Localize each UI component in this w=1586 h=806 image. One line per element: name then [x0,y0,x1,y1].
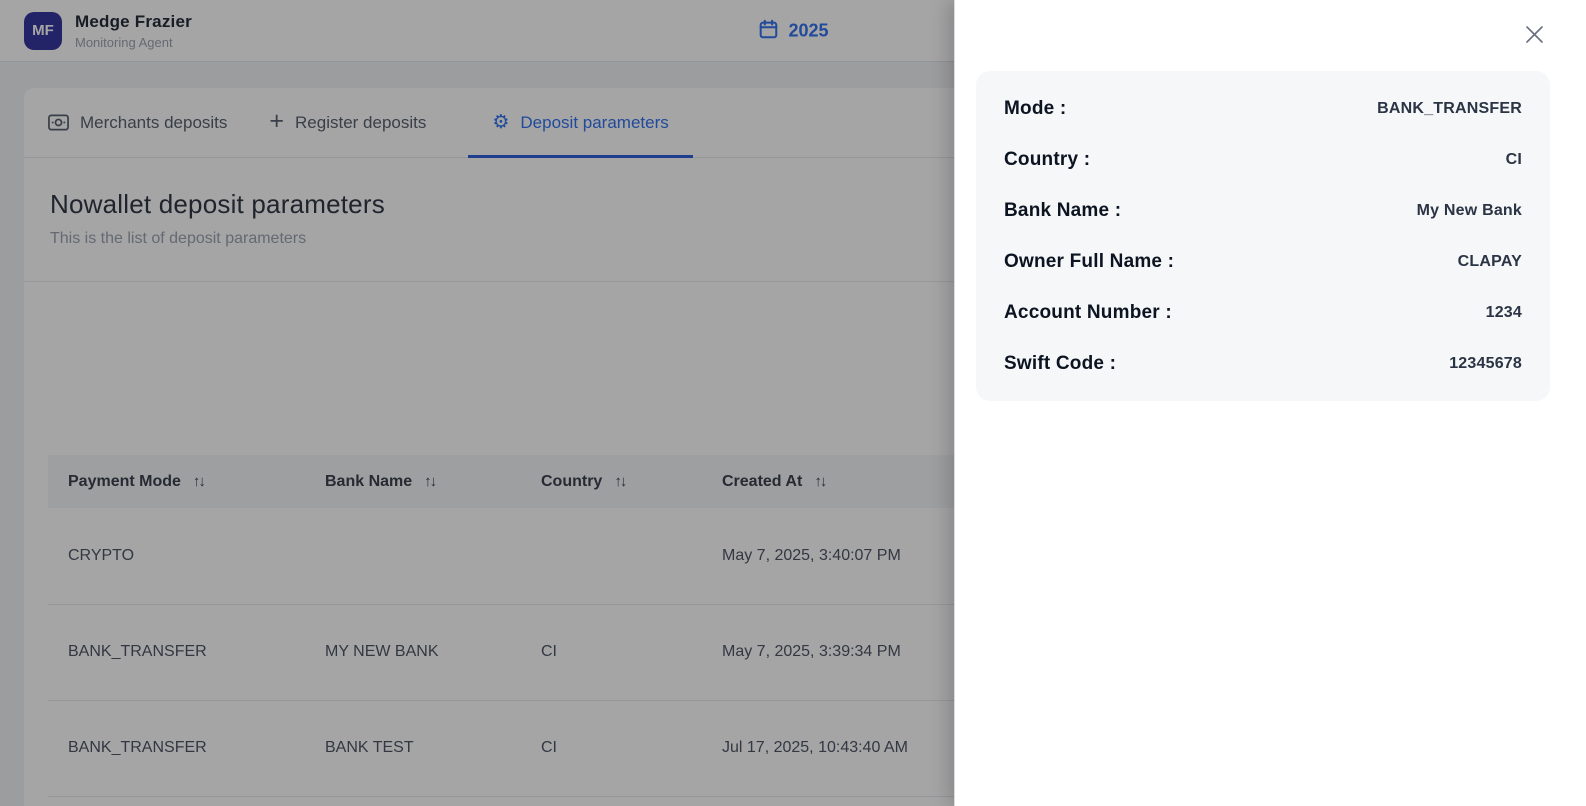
detail-label: Bank Name : [1004,199,1122,221]
detail-label: Account Number : [1004,301,1172,323]
detail-row-account-number: Account Number : 1234 [1004,287,1522,338]
close-button[interactable] [1518,18,1550,50]
detail-row-swift-code: Swift Code : 12345678 [1004,338,1522,389]
detail-value: CI [1505,150,1522,168]
detail-label: Country : [1004,148,1091,170]
detail-value: My New Bank [1416,201,1522,219]
detail-value: CLAPAY [1457,252,1522,270]
detail-row-country: Country : CI [1004,134,1522,185]
detail-row-bank-name: Bank Name : My New Bank [1004,185,1522,236]
detail-value: 12345678 [1449,354,1522,372]
detail-value: 1234 [1485,303,1522,321]
detail-value: BANK_TRANSFER [1377,99,1522,117]
details-drawer: Mode : BANK_TRANSFER Country : CI Bank N… [954,0,1586,806]
details-card: Mode : BANK_TRANSFER Country : CI Bank N… [976,71,1550,401]
detail-row-owner-full-name: Owner Full Name : CLAPAY [1004,236,1522,287]
close-icon [1525,25,1543,43]
detail-label: Owner Full Name : [1004,250,1175,272]
detail-label: Mode : [1004,97,1067,119]
detail-row-mode: Mode : BANK_TRANSFER [1004,83,1522,134]
detail-label: Swift Code : [1004,352,1117,374]
